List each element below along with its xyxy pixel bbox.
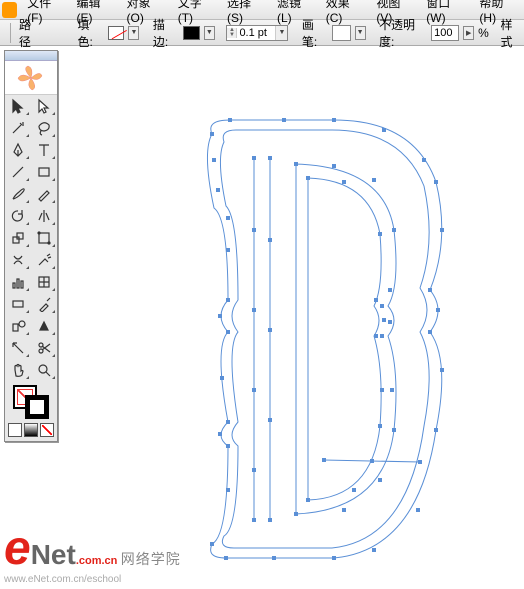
live-paint-tool[interactable] (31, 315, 57, 337)
tools-grid (5, 95, 57, 381)
pct-label: % (478, 26, 489, 40)
type-tool[interactable] (31, 139, 57, 161)
style-label: 样式 (500, 16, 522, 50)
zoom-tool[interactable] (31, 359, 57, 381)
opacity-label: 不透明度: (379, 16, 425, 50)
brush-dropdown-icon[interactable]: ▼ (355, 26, 366, 40)
scissors-tool[interactable] (31, 337, 57, 359)
rotate-tool[interactable] (5, 205, 31, 227)
toolbox-panel (4, 50, 58, 442)
scale-tool[interactable] (5, 227, 31, 249)
watermark: eNet.com.cn 网络学院 www.eNet.com.cn/eschool (4, 521, 181, 585)
app-icon (2, 2, 17, 18)
menu-effect[interactable]: 效果(C) (320, 0, 371, 27)
symbol-sprayer-tool[interactable] (31, 249, 57, 271)
brush-label: 画笔: (302, 16, 327, 50)
stroke-label: 描边: (153, 16, 178, 50)
fill-swatch[interactable] (108, 26, 124, 40)
selection-tool[interactable] (5, 95, 31, 117)
blend-tool[interactable] (5, 315, 31, 337)
pencil-tool[interactable] (31, 183, 57, 205)
magic-wand-tool[interactable] (5, 117, 31, 139)
canvas-area[interactable] (64, 50, 522, 587)
artwork-path[interactable] (184, 110, 454, 570)
lasso-tool[interactable] (31, 117, 57, 139)
menu-type[interactable]: 文字(T) (172, 0, 221, 27)
path-label: 路径 (19, 16, 41, 50)
eyedropper-tool[interactable] (31, 293, 57, 315)
opacity-dropdown-icon[interactable]: ▶ (463, 26, 474, 40)
slice-tool[interactable] (5, 337, 31, 359)
menu-window[interactable]: 窗口(W) (420, 0, 473, 27)
reflect-tool[interactable] (31, 205, 57, 227)
mode-gradient[interactable] (24, 423, 38, 437)
fill-stroke-controls[interactable] (5, 381, 57, 421)
stroke-weight-input[interactable] (237, 27, 275, 39)
stroke-indicator[interactable] (25, 395, 49, 419)
mesh-tool[interactable] (31, 271, 57, 293)
stroke-swatch[interactable] (183, 26, 199, 40)
fill-dropdown-icon[interactable]: ▼ (128, 26, 139, 40)
pen-tool[interactable] (5, 139, 31, 161)
brush-tool[interactable] (5, 183, 31, 205)
fill-label: 填色: (77, 16, 102, 50)
logo-flower-icon (5, 61, 57, 95)
mode-color[interactable] (8, 423, 22, 437)
gradient-tool[interactable] (5, 293, 31, 315)
hand-tool[interactable] (5, 359, 31, 381)
warp-tool[interactable] (5, 249, 31, 271)
free-transform-tool[interactable] (31, 227, 57, 249)
options-bar: 路径 填色: ▼ 描边: ▼ ▲▼ ▼ 画笔: ▼ 不透明度: ▶ % 样式 (0, 20, 524, 46)
stroke-weight-field[interactable]: ▲▼ ▼ (226, 25, 288, 41)
brush-swatch[interactable] (332, 25, 350, 41)
color-modes (5, 421, 57, 441)
direct-select-tool[interactable] (31, 95, 57, 117)
stroke-dropdown-icon[interactable]: ▼ (204, 26, 215, 40)
graph-tool[interactable] (5, 271, 31, 293)
divider (10, 23, 11, 43)
rectangle-tool[interactable] (31, 161, 57, 183)
mode-none[interactable] (40, 423, 54, 437)
line-tool[interactable] (5, 161, 31, 183)
menu-select[interactable]: 选择(S) (221, 0, 271, 27)
opacity-input[interactable] (431, 25, 459, 41)
toolbox-titlebar[interactable] (5, 51, 57, 61)
